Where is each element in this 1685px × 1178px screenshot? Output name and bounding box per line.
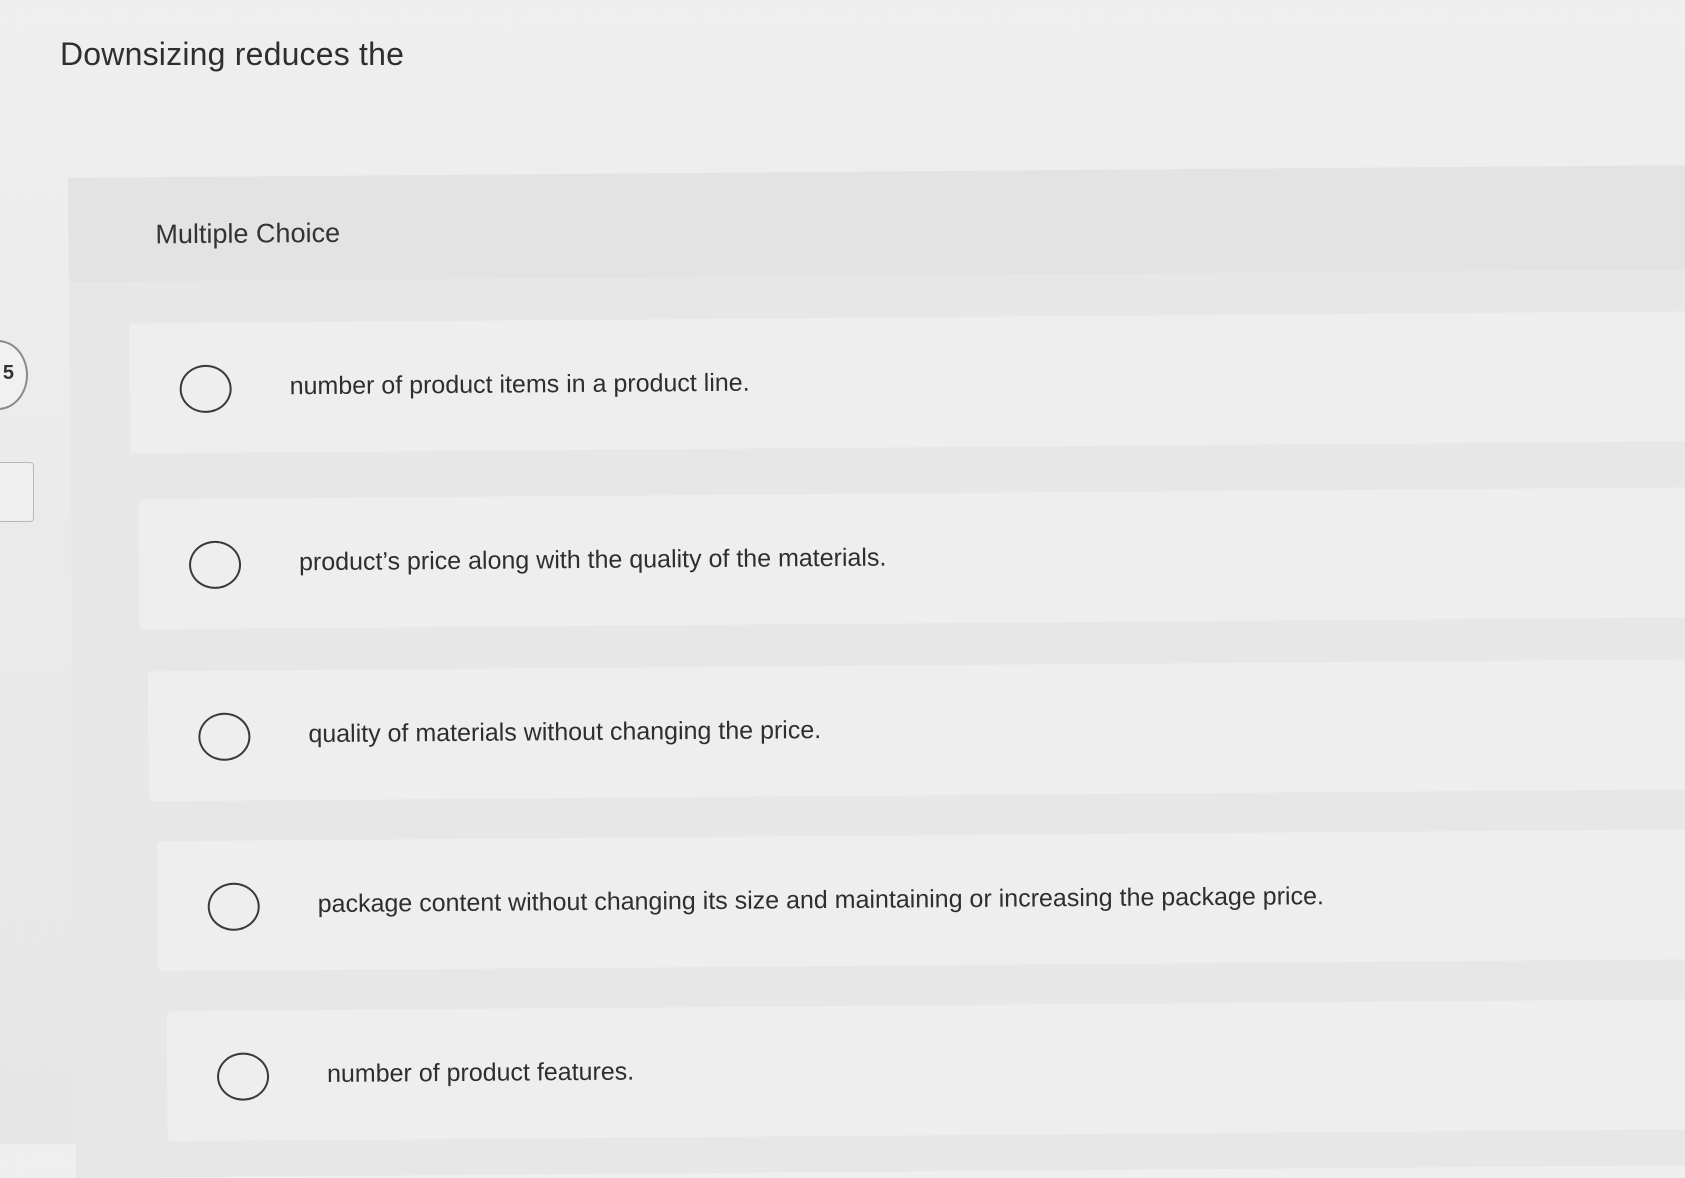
choice-option-3[interactable]: quality of materials without changing th… <box>147 659 1685 802</box>
question-number: 5 <box>2 362 14 384</box>
choice-option-5[interactable]: number of product features. <box>166 999 1685 1142</box>
choice-label: number of product items in a product lin… <box>289 368 750 401</box>
radio-button[interactable] <box>216 1052 270 1101</box>
radio-button[interactable] <box>198 712 251 761</box>
choice-label: number of product features. <box>326 1057 635 1088</box>
card-header: Multiple Choice <box>68 165 1685 282</box>
side-panel-tab[interactable] <box>0 462 34 522</box>
choice-label: product’s price along with the quality o… <box>298 543 887 577</box>
radio-button[interactable] <box>179 364 232 414</box>
choice-option-1[interactable]: number of product items in a product lin… <box>129 311 1685 454</box>
choice-option-4[interactable]: package content without changing its siz… <box>157 829 1685 972</box>
question-number-badge[interactable]: 5 <box>0 340 28 410</box>
question-text: Downsizing reduces the <box>60 36 405 72</box>
choice-label: quality of materials without changing th… <box>308 716 822 749</box>
radio-button[interactable] <box>207 882 260 931</box>
choice-option-2[interactable]: product’s price along with the quality o… <box>138 487 1685 630</box>
radio-button[interactable] <box>188 540 242 590</box>
choice-label: package content without changing its siz… <box>317 882 1324 919</box>
section-title: Multiple Choice <box>155 217 341 250</box>
multiple-choice-card: Multiple Choice number of product items … <box>68 165 1685 1178</box>
